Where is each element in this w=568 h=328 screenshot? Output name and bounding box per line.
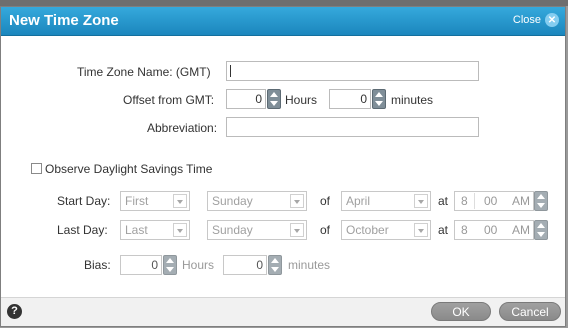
chevron-down-icon — [414, 194, 428, 208]
last-month-select[interactable]: October — [341, 220, 431, 240]
offset-hours-input[interactable]: 0 — [226, 89, 266, 109]
start-time-spinner[interactable] — [534, 191, 548, 211]
last-time-spinner[interactable] — [534, 220, 548, 240]
close-icon: ✕ — [545, 13, 559, 27]
title-bar: New Time Zone Close ✕ — [1, 7, 565, 36]
last-minute: 00 — [484, 223, 498, 237]
dst-checkbox-label: Observe Daylight Savings Time — [45, 162, 213, 176]
bias-minutes-spinner[interactable] — [268, 255, 282, 275]
offset-minutes-spinner[interactable] — [372, 89, 386, 109]
start-minute: 00 — [484, 194, 498, 208]
start-day-label: Start Day: — [57, 194, 111, 208]
new-time-zone-dialog: New Time Zone Close ✕ Time Zone Name: (G… — [0, 6, 566, 327]
abbrev-input[interactable] — [226, 117, 479, 137]
bias-hours-spinner[interactable] — [163, 255, 177, 275]
chevron-down-icon — [173, 194, 187, 208]
chevron-down-icon — [290, 223, 304, 237]
last-hour: 8 — [461, 223, 468, 237]
close-button[interactable]: Close ✕ — [513, 13, 559, 27]
bias-hours-input[interactable]: 0 — [120, 255, 162, 275]
dst-checkbox[interactable] — [31, 163, 42, 174]
last-of-label: of — [320, 223, 331, 237]
tz-name-input[interactable] — [226, 61, 479, 81]
chevron-down-icon — [173, 223, 187, 237]
offset-minutes-input[interactable]: 0 — [329, 89, 371, 109]
last-week-select[interactable]: Last — [120, 220, 190, 240]
last-day-label: Last Day: — [57, 223, 108, 237]
bias-minutes-label: minutes — [288, 258, 331, 272]
abbrev-label: Abbreviation: — [147, 121, 218, 135]
offset-hours-spinner[interactable] — [267, 89, 281, 109]
last-day-select[interactable]: Sunday — [207, 220, 307, 240]
close-label: Close — [512, 14, 541, 26]
cancel-button[interactable]: Cancel — [499, 302, 561, 321]
start-hour: 8 — [461, 194, 468, 208]
dialog-title: New Time Zone — [9, 12, 119, 29]
chevron-down-icon — [290, 194, 304, 208]
start-time-field[interactable]: 8 00 AM — [454, 191, 534, 211]
start-month-select[interactable]: April — [341, 191, 431, 211]
start-day-select[interactable]: Sunday — [207, 191, 307, 211]
start-week-select[interactable]: First — [120, 191, 190, 211]
offset-label: Offset from GMT: — [123, 93, 215, 107]
text-cursor — [230, 65, 231, 77]
bias-hours-label: Hours — [182, 258, 215, 272]
offset-hours-label: Hours — [285, 93, 318, 107]
last-ampm: AM — [512, 223, 530, 237]
bias-label: Bias: — [84, 258, 111, 272]
offset-minutes-label: minutes — [391, 93, 434, 107]
last-time-field[interactable]: 8 00 AM — [454, 220, 534, 240]
time-divider — [474, 193, 475, 209]
help-icon[interactable]: ? — [7, 304, 22, 319]
tz-name-label: Time Zone Name: (GMT) — [77, 65, 211, 79]
start-at-label: at — [438, 194, 449, 208]
bias-minutes-input[interactable]: 0 — [223, 255, 267, 275]
start-of-label: of — [320, 194, 331, 208]
dialog-footer: ? OK Cancel — [1, 297, 565, 326]
chevron-down-icon — [414, 223, 428, 237]
ok-button[interactable]: OK — [431, 302, 491, 321]
last-at-label: at — [438, 223, 449, 237]
start-ampm: AM — [512, 194, 530, 208]
